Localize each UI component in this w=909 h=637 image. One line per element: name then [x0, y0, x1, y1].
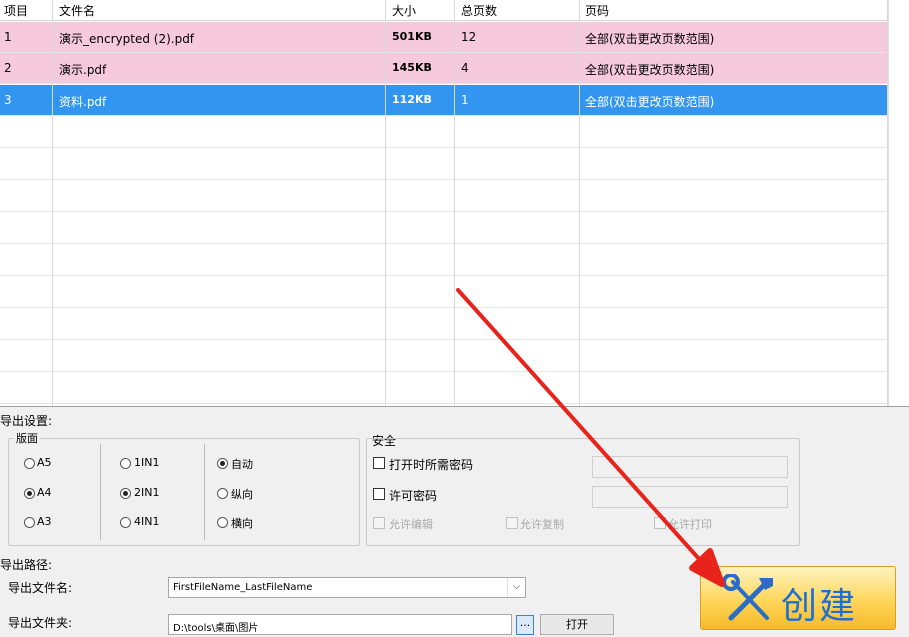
radio-portrait-label: 纵向 [231, 488, 253, 501]
export-path-title: 导出路径: [0, 558, 53, 572]
permission-password-input[interactable] [592, 486, 788, 508]
column-divider [386, 0, 455, 406]
column-divider [52, 0, 386, 406]
allow-edit-checkbox[interactable] [373, 517, 385, 529]
export-filename-label: 导出文件名: [8, 581, 73, 595]
radio-a3-label: A3 [37, 515, 52, 528]
radio-4in1[interactable] [120, 517, 131, 528]
browse-button[interactable]: ... [516, 615, 534, 635]
radio-landscape-label: 横向 [231, 517, 253, 530]
export-folder-value: D:\tools\桌面\图片 [173, 623, 259, 634]
file-table[interactable]: 项目 文件名 大小 总页数 页码 1 演示_encrypted (2).pdf … [0, 0, 909, 407]
allow-print-checkbox[interactable] [654, 517, 666, 529]
radio-1in1[interactable] [120, 458, 131, 469]
radio-portrait[interactable] [217, 488, 228, 499]
allow-edit-label: 允许编辑 [389, 518, 433, 531]
create-button[interactable]: 创建 [700, 566, 896, 630]
radio-a5-label: A5 [37, 456, 52, 469]
radio-a3[interactable] [24, 517, 35, 528]
chevron-down-icon[interactable]: ⌵ [507, 578, 525, 597]
open-password-label: 打开时所需密码 [389, 458, 474, 472]
column-divider [0, 0, 53, 406]
permission-password-label: 许可密码 [389, 489, 438, 503]
allow-print-label: 允许打印 [668, 518, 712, 531]
radio-auto-label: 自动 [231, 458, 253, 471]
tools-icon [722, 574, 773, 621]
open-folder-button[interactable]: 打开 [540, 614, 614, 635]
export-filename-dropdown[interactable]: FirstFileName_LastFileName ⌵ [168, 577, 526, 598]
open-password-input[interactable] [592, 456, 788, 478]
vertical-scrollbar[interactable] [888, 0, 909, 406]
allow-copy-label: 允许复制 [520, 518, 564, 531]
radio-a4-label: A4 [37, 486, 52, 499]
export-filename-value: FirstFileName_LastFileName [173, 582, 313, 593]
radio-2in1[interactable] [120, 488, 131, 499]
permission-password-checkbox[interactable] [373, 488, 385, 500]
column-divider [455, 0, 580, 406]
radio-1in1-label: 1IN1 [134, 456, 160, 469]
allow-copy-checkbox[interactable] [506, 517, 518, 529]
layout-group-title: 版面 [14, 430, 40, 446]
export-folder-input[interactable]: D:\tools\桌面\图片 [168, 614, 512, 635]
column-divider [580, 0, 888, 406]
radio-a5[interactable] [24, 458, 35, 469]
radio-landscape[interactable] [217, 517, 228, 528]
export-folder-label: 导出文件夹: [8, 616, 73, 630]
radio-a4[interactable] [24, 488, 35, 499]
open-password-checkbox[interactable] [373, 457, 385, 469]
layout-divider [204, 444, 205, 540]
radio-auto[interactable] [217, 458, 228, 469]
create-button-label: 创建 [781, 586, 858, 627]
export-settings-title: 导出设置: [0, 414, 53, 428]
radio-2in1-label: 2IN1 [134, 486, 160, 499]
layout-divider [100, 444, 101, 540]
radio-4in1-label: 4IN1 [134, 515, 160, 528]
layout-group [8, 438, 360, 546]
